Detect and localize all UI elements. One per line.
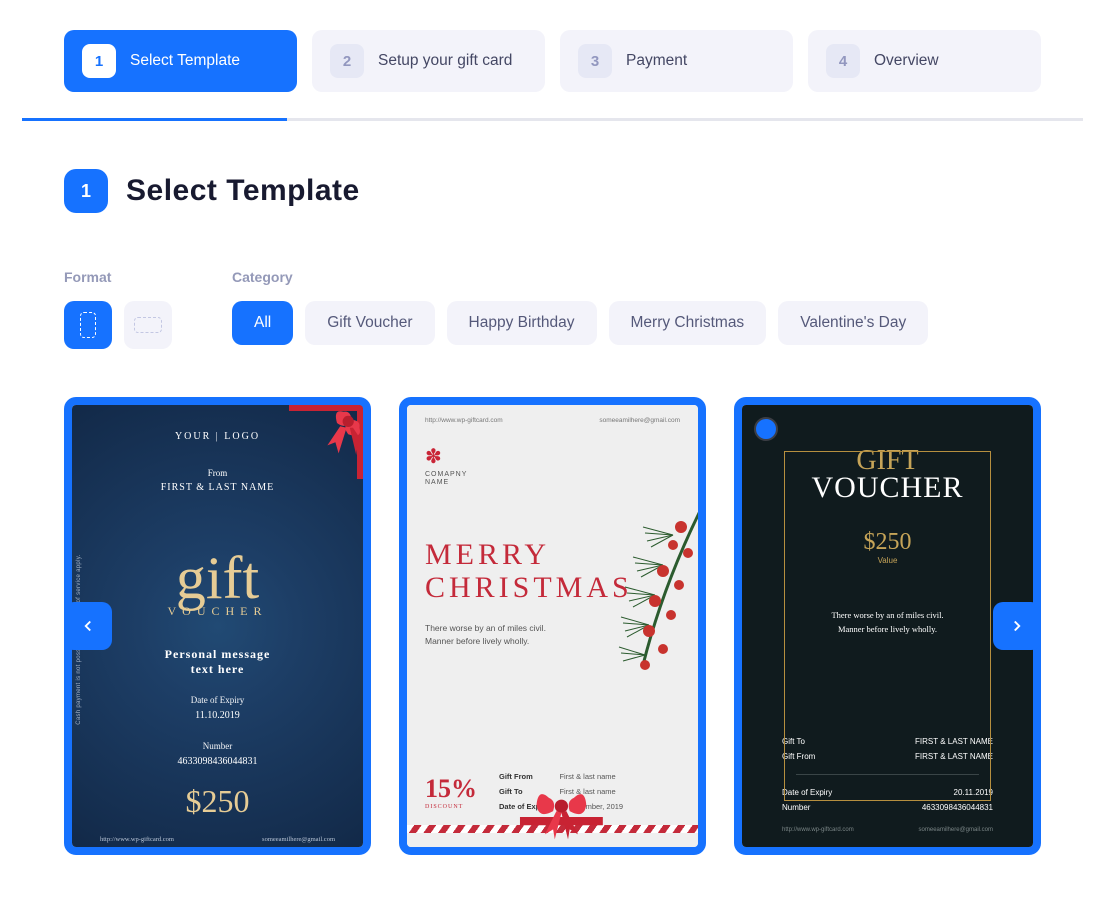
number-label: Number [90,741,345,751]
gift-from-value: First & last name [559,770,631,783]
step-label: Overview [874,52,939,70]
ribbon-bow-icon [519,783,603,841]
value-label: Value [768,556,1007,565]
headline-line1: MERRY [425,538,550,571]
wizard-step-2[interactable]: 2 Setup your gift card [312,30,545,92]
wizard-step-3[interactable]: 3 Payment [560,30,793,92]
category-valentines-day[interactable]: Valentine's Day [778,301,928,345]
expiry-value: 20.11.2019 [954,788,993,797]
template-card-2[interactable]: http://www.wp-giftcard.com someeamilhere… [399,397,706,855]
discount-percent: 15% [425,774,477,804]
format-landscape-button[interactable] [124,301,172,349]
wizard-step-1[interactable]: 1 Select Template [64,30,297,92]
personal-message-line2: text here [90,662,345,677]
category-label: Category [232,269,928,285]
format-portrait-button[interactable] [64,301,112,349]
step-number: 2 [330,44,364,78]
selected-marker-icon [754,417,778,441]
sub-line2: Manner before lively wholly. [425,636,529,646]
footer-email: someeamilhere@gmail.com [919,827,993,833]
personal-message-line1: Personal message [90,647,345,662]
gift-to-value: FIRST & LAST NAME [915,737,993,746]
chevron-right-icon [1008,617,1026,635]
wizard-step-4[interactable]: 4 Overview [808,30,1041,92]
header-url: http://www.wp-giftcard.com [425,417,503,424]
gallery-prev-button[interactable] [64,602,112,650]
sub-line1: There worse by an of miles civil. [831,610,943,620]
chevron-left-icon [79,617,97,635]
pine-branch-icon [603,505,698,745]
ribbon-bow-icon [289,399,369,479]
step-number: 3 [578,44,612,78]
header-email: someeamilhere@gmail.com [599,417,680,424]
sub-line2: Manner before lively wholly. [838,624,937,634]
category-happy-birthday[interactable]: Happy Birthday [447,301,597,345]
amount-value: $250 [768,529,1007,556]
gallery-next-button[interactable] [993,602,1041,650]
flower-icon: ✽ [425,444,680,469]
number-value: 4633098436044831 [922,803,993,812]
footer-url: http://www.wp-giftcard.com [782,827,854,833]
format-label: Format [64,269,172,285]
sub-line1: There worse by an of miles civil. [425,623,546,633]
gift-from-label: Gift From [499,770,557,783]
step-label: Select Template [130,52,240,70]
number-label: Number [782,803,810,812]
expiry-label: Date of Expiry [90,695,345,705]
company-line2: NAME [425,479,449,486]
category-filter: Category All Gift Voucher Happy Birthday… [232,269,928,349]
footer-url: http://www.wp-giftcard.com [100,836,174,843]
section-number-badge: 1 [64,169,108,213]
step-number: 1 [82,44,116,78]
format-filter: Format [64,269,172,349]
step-label: Setup your gift card [378,52,512,70]
expiry-label: Date of Expiry [782,788,832,797]
step-label: Payment [626,52,687,70]
voucher-headline: VOUCHER [768,471,1007,505]
category-all[interactable]: All [232,301,293,345]
gift-from-value: FIRST & LAST NAME [915,752,993,761]
landscape-icon [134,317,162,333]
category-merry-christmas[interactable]: Merry Christmas [609,301,767,345]
portrait-icon [80,312,96,338]
category-gift-voucher[interactable]: Gift Voucher [305,301,434,345]
wizard-steps: 1 Select Template 2 Setup your gift card… [64,30,1041,92]
page-title: Select Template [126,174,360,208]
step-number: 4 [826,44,860,78]
expiry-value: 11.10.2019 [195,710,240,721]
gift-from-label: Gift From [782,752,815,761]
headline-line2: CHRISTMAS [425,571,633,604]
footer-email: someeamilhere@gmail.com [262,836,335,843]
price-value: $250 [90,783,345,820]
gift-to-label: Gift To [782,737,805,746]
gift-headline: gift [90,553,345,604]
discount-label: DISCOUNT [425,804,477,810]
from-name: FIRST & LAST NAME [90,482,345,493]
progress-bar [22,118,1083,121]
voucher-headline: VOUCHER [90,604,345,619]
section-header: 1 Select Template [64,169,1041,213]
company-line1: COMAPNY [425,471,467,478]
number-value: 4633098436044831 [178,756,258,767]
